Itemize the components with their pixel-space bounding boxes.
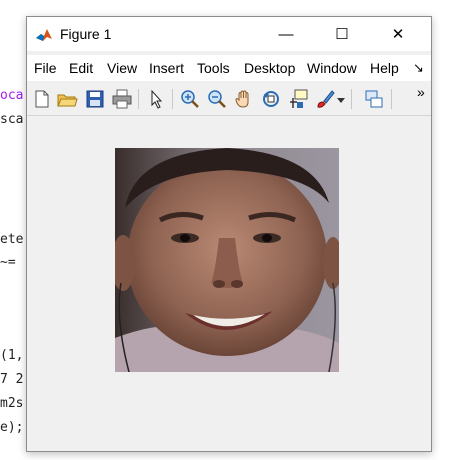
rotate-3d-icon[interactable] [260,88,282,110]
window-title: Figure 1 [60,26,112,42]
code-line-2: sca [0,112,24,127]
menu-window[interactable]: Window [307,60,357,76]
menu-insert[interactable]: Insert [149,60,184,76]
code-line-4: ~= [0,255,16,270]
print-icon[interactable] [111,88,133,110]
toolbar-separator [391,89,392,109]
menu-edit[interactable]: Edit [69,60,93,76]
menu-tools[interactable]: Tools [197,60,230,76]
menu-desktop[interactable]: Desktop [244,60,295,76]
portrait-photo [115,148,339,372]
new-figure-icon[interactable] [31,88,53,110]
minimize-button[interactable]: — [263,17,309,51]
zoom-out-icon[interactable] [206,88,228,110]
code-line-3: ete [0,232,24,247]
menu-bar: File Edit View Insert Tools Desktop Wind… [27,55,431,81]
menu-dock-arrow-icon[interactable]: ↘ [413,60,424,76]
menu-help[interactable]: Help [370,60,399,76]
toolbar-separator [351,89,352,109]
pan-hand-icon[interactable] [233,88,255,110]
figure-toolbar: » [27,83,431,116]
title-bar[interactable]: Figure 1 — ☐ ✕ [27,17,431,51]
code-line-5: (1, [0,348,24,363]
open-file-icon[interactable] [56,88,78,110]
code-line-1: oca [0,88,24,103]
toolbar-overflow-icon[interactable]: » [417,84,425,100]
zoom-in-icon[interactable] [179,88,201,110]
figure-window: Figure 1 — ☐ ✕ File Edit View Insert Too… [26,16,432,452]
close-button[interactable]: ✕ [375,17,421,51]
pointer-icon[interactable] [145,88,167,110]
data-cursor-icon[interactable] [287,88,309,110]
menu-file[interactable]: File [34,60,57,76]
code-line-7: m2s [0,396,24,411]
code-line-8: e); [0,420,24,435]
maximize-icon: ☐ [335,26,349,43]
brush-icon[interactable] [314,88,336,110]
figure-image [115,148,339,372]
toolbar-separator [172,89,173,109]
maximize-button[interactable]: ☐ [319,17,365,51]
toolbar-separator [138,89,139,109]
matlab-logo-icon [35,26,53,44]
brush-dropdown-icon[interactable] [336,88,346,110]
link-plot-icon[interactable] [363,88,385,110]
minimize-icon: — [278,25,294,43]
close-icon: ✕ [391,26,405,43]
code-line-6: 7 2 [0,372,24,387]
menu-view[interactable]: View [107,60,137,76]
save-icon[interactable] [84,88,106,110]
